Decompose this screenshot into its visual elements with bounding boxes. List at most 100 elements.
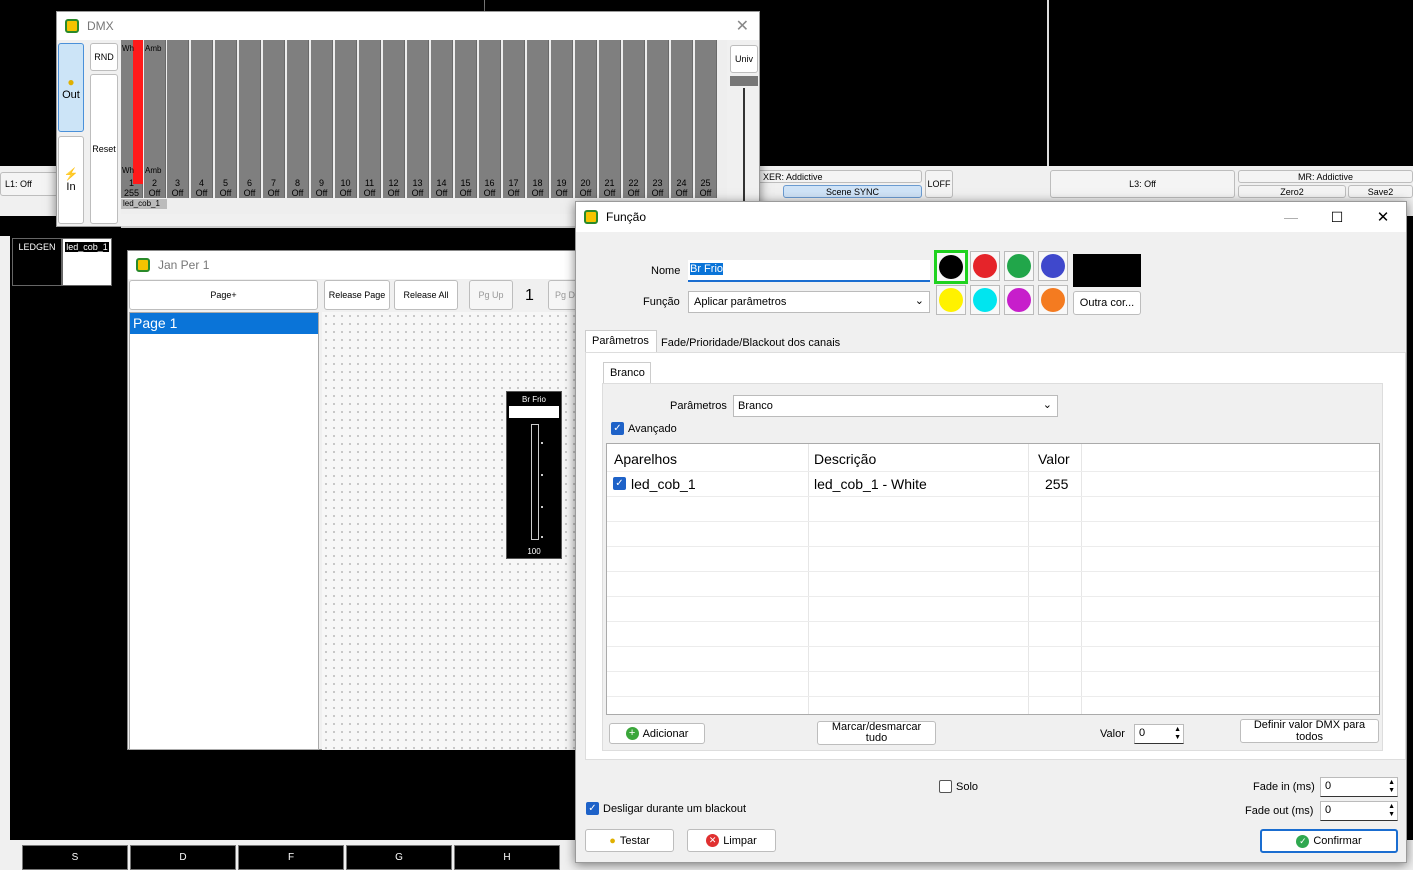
col-aparelhos[interactable]: Aparelhos — [614, 451, 677, 467]
desligar-label: Desligar durante um blackout — [603, 802, 747, 815]
parametros-select[interactable]: Branco ⌄ — [733, 395, 1058, 417]
dmx-channel[interactable]: 25 Off — [695, 40, 717, 198]
color-swatch-magenta[interactable] — [1004, 285, 1034, 315]
nome-input[interactable]: Br Frio — [688, 260, 930, 282]
tab-fade[interactable]: Fade/Prioridade/Blackout dos canais — [657, 333, 851, 353]
dmx-channel[interactable]: 9 Off — [311, 40, 333, 198]
marcar-button[interactable]: Marcar/desmarcar tudo — [817, 721, 936, 745]
fixture-tab-ledgen[interactable]: LEDGEN — [12, 238, 62, 286]
l1-button[interactable]: L1: Off — [0, 172, 58, 196]
dmx-channel[interactable]: 18 Off — [527, 40, 549, 198]
dmx-channel[interactable]: 17 Off — [503, 40, 525, 198]
dmx-channel-footer: 8 Off — [287, 178, 308, 198]
color-swatch-red[interactable] — [970, 251, 1000, 281]
jan-titlebar: Jan Per 1 — [128, 251, 586, 279]
fade-in-spinbox[interactable]: 0 ▲ ▼ — [1320, 777, 1398, 797]
dmx-channel-value: Off — [291, 188, 304, 198]
release-page-button[interactable]: Release Page — [324, 280, 390, 310]
rnd-button[interactable]: RND — [90, 43, 118, 71]
univ-slider-handle[interactable] — [730, 76, 758, 86]
minimize-icon[interactable]: — — [1268, 209, 1314, 225]
dmx-channel[interactable]: 16 Off — [479, 40, 501, 198]
dmx-channel[interactable]: 3 Off — [167, 40, 189, 198]
funcao-select[interactable]: Aplicar parâmetros ⌄ — [688, 291, 930, 313]
dmx-channel[interactable]: 8 Off — [287, 40, 309, 198]
reset-button[interactable]: Reset — [90, 74, 118, 224]
dmx-channel[interactable]: 20 Off — [575, 40, 597, 198]
limpar-label: Limpar — [723, 834, 757, 847]
dmx-channel[interactable]: 4 Off — [191, 40, 213, 198]
dmx-channel[interactable]: 19 Off — [551, 40, 573, 198]
spin-arrows-icon[interactable]: ▲ ▼ — [1388, 779, 1395, 795]
close-icon[interactable]: ✕ — [736, 16, 749, 36]
color-swatch-cyan[interactable] — [970, 285, 1000, 315]
dmx-channel[interactable]: 15 Off — [455, 40, 477, 198]
bottom-tab-f[interactable]: F — [238, 845, 344, 870]
color-swatch-black[interactable] — [934, 250, 968, 284]
color-swatch-yellow[interactable] — [936, 285, 966, 315]
bottom-tab-d[interactable]: D — [130, 845, 236, 870]
pg-up-button[interactable]: Pg Up — [469, 280, 513, 310]
dmx-channel[interactable]: 11 Off — [359, 40, 381, 198]
dmx-channel[interactable]: 5 Off — [215, 40, 237, 198]
maximize-icon[interactable]: ☐ — [1314, 209, 1360, 226]
br-frio-fader[interactable]: Br Frio 100 — [506, 391, 562, 559]
univ-button[interactable]: Univ — [730, 45, 758, 73]
fade-out-spinbox[interactable]: 0 ▲ ▼ — [1320, 801, 1398, 821]
valor-spinbox[interactable]: 0 ▲ ▼ — [1134, 724, 1184, 744]
testar-button[interactable]: ● Testar — [585, 829, 674, 852]
release-all-button[interactable]: Release All — [394, 280, 458, 310]
out-button[interactable]: ● Out — [58, 43, 84, 132]
color-swatch-green[interactable] — [1004, 251, 1034, 281]
dmx-channel[interactable]: 22 Off — [623, 40, 645, 198]
bottom-tab-s[interactable]: S — [22, 845, 128, 870]
dmx-channel[interactable]: 21 Off — [599, 40, 621, 198]
avancado-checkbox[interactable]: ✓ Avançado — [611, 422, 677, 435]
check-icon[interactable]: ✓ — [613, 477, 626, 490]
dmx-channel-2-footer: 2 Off — [144, 178, 165, 198]
l3-button[interactable]: L3: Off — [1050, 170, 1235, 198]
dmx-channel-2[interactable]: Amb Amb 2 Off — [144, 40, 166, 198]
page-plus-button[interactable]: Page+ — [129, 280, 318, 310]
dmx-channel[interactable]: 24 Off — [671, 40, 693, 198]
dmx-channel[interactable]: 14 Off — [431, 40, 453, 198]
dmx-channel[interactable]: 13 Off — [407, 40, 429, 198]
col-valor[interactable]: Valor — [1038, 451, 1070, 467]
dmx-channel[interactable]: 7 Off — [263, 40, 285, 198]
dmx-channel-footer: 20 Off — [575, 178, 596, 198]
loff-button[interactable]: LOFF — [925, 170, 953, 198]
dmx-channel-1[interactable]: Wh Wh 1 255 — [121, 40, 143, 198]
zero2-button[interactable]: Zero2 — [1238, 185, 1346, 198]
dmx-channel[interactable]: 10 Off — [335, 40, 357, 198]
tab-parametros[interactable]: Parâmetros — [585, 330, 657, 353]
scene-sync-button[interactable]: Scene SYNC — [783, 185, 922, 198]
outra-cor-button[interactable]: Outra cor... — [1073, 291, 1141, 315]
subtab-branco[interactable]: Branco — [603, 362, 651, 384]
save2-button[interactable]: Save2 — [1348, 185, 1413, 198]
desligar-checkbox[interactable]: ✓ Desligar durante um blackout — [586, 802, 746, 815]
page-list-item[interactable]: Page 1 — [130, 313, 318, 334]
dmx-channel[interactable]: 6 Off — [239, 40, 261, 198]
confirmar-button[interactable]: ✓ Confirmar — [1260, 829, 1398, 853]
dmx-channel[interactable]: 12 Off — [383, 40, 405, 198]
col-descricao[interactable]: Descrição — [814, 451, 876, 467]
fixture-tab-led-cob[interactable]: led_cob_1 — [62, 238, 112, 286]
in-button[interactable]: ⚡ In — [58, 136, 84, 224]
close-icon[interactable]: ✕ — [1360, 208, 1406, 226]
solo-checkbox[interactable]: Solo — [939, 780, 978, 793]
table-row[interactable]: ✓ led_cob_1 led_cob_1 - White 255 — [607, 472, 1379, 497]
definir-button[interactable]: Definir valor DMX para todos — [1240, 719, 1379, 743]
adicionar-label: Adicionar — [642, 727, 689, 740]
bottom-tab-h[interactable]: H — [454, 845, 560, 870]
dmx-channel[interactable]: 23 Off — [647, 40, 669, 198]
color-swatch-blue[interactable] — [1038, 251, 1068, 281]
color-swatch-orange[interactable] — [1038, 285, 1068, 315]
limpar-button[interactable]: ✕ Limpar — [687, 829, 776, 852]
spin-arrows-icon[interactable]: ▲ ▼ — [1388, 803, 1395, 819]
fader-track[interactable] — [531, 424, 539, 540]
spin-arrows-icon[interactable]: ▲ ▼ — [1174, 726, 1181, 742]
bottom-tab-g[interactable]: G — [346, 845, 452, 870]
adicionar-button[interactable]: + Adicionar — [609, 723, 705, 744]
mr-label[interactable]: MR: Addictive — [1238, 170, 1413, 183]
mixer-label[interactable]: XER: Addictive — [758, 170, 922, 183]
